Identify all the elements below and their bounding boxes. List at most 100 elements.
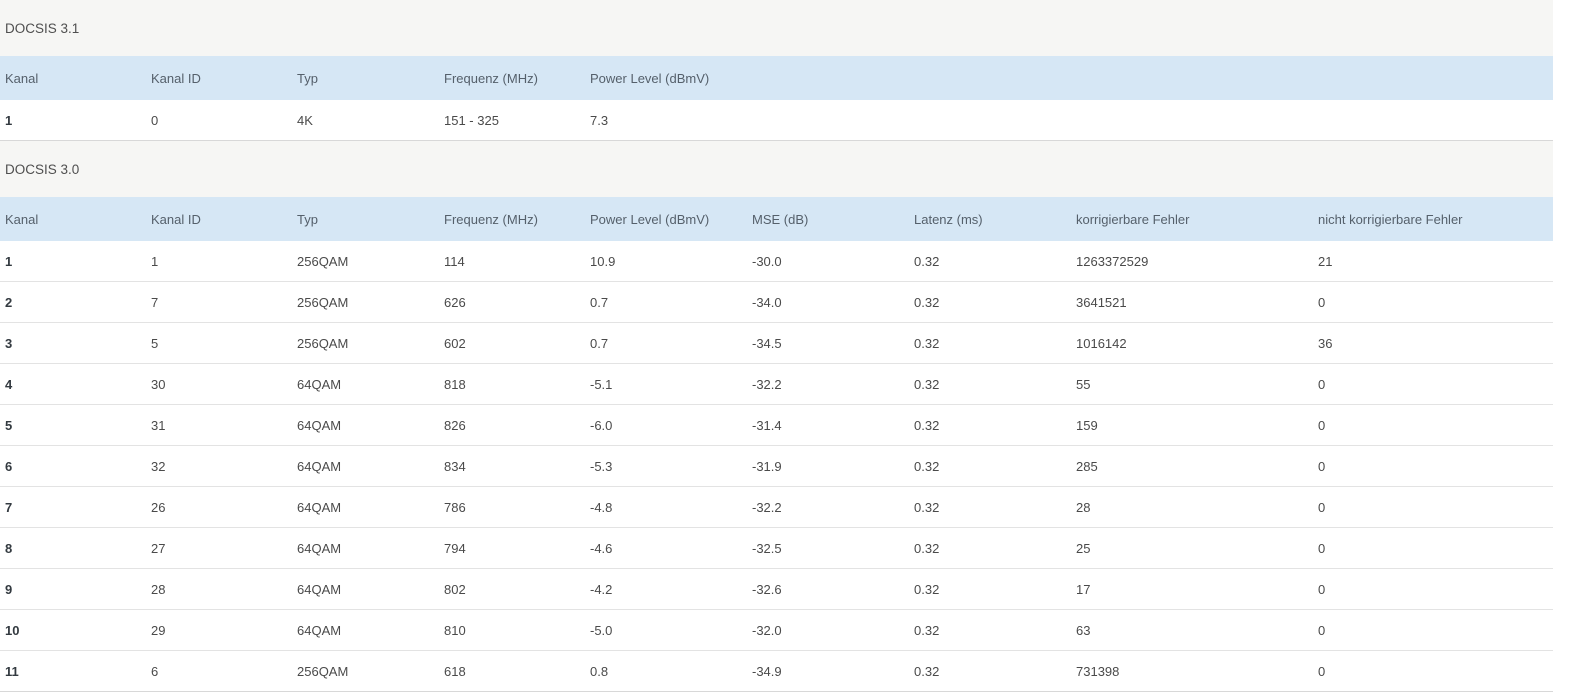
table-cell: 0 bbox=[1313, 445, 1553, 487]
docsis31-body: 1 0 4K 151 - 325 7.3 bbox=[0, 100, 1553, 141]
column-header: Frequenz (MHz) bbox=[439, 197, 585, 241]
table-cell: 256QAM bbox=[292, 650, 439, 692]
column-header: Latenz (ms) bbox=[909, 197, 1071, 241]
table-cell: 0.32 bbox=[909, 445, 1071, 487]
table-cell: 64QAM bbox=[292, 363, 439, 405]
table-cell: 17 bbox=[1071, 568, 1313, 610]
table-cell: 10.9 bbox=[585, 241, 747, 282]
table-cell: -4.2 bbox=[585, 568, 747, 610]
column-header: Typ bbox=[292, 197, 439, 241]
table-cell: -31.9 bbox=[747, 445, 909, 487]
table-cell: -34.5 bbox=[747, 322, 909, 364]
channel-number: 10 bbox=[0, 609, 146, 651]
table-cell: 21 bbox=[1313, 241, 1553, 282]
table-row: 2 7 256QAM 626 0.7 -34.0 0.32 3641521 0 bbox=[0, 281, 1553, 323]
table-row: 7 26 64QAM 786 -4.8 -32.2 0.32 28 0 bbox=[0, 486, 1553, 528]
table-cell: 0.32 bbox=[909, 363, 1071, 405]
channel-number: 3 bbox=[0, 322, 146, 364]
table-cell: -31.4 bbox=[747, 404, 909, 446]
table-cell: 0.32 bbox=[909, 650, 1071, 692]
channel-number: 1 bbox=[0, 100, 146, 141]
table-cell: 31 bbox=[146, 404, 292, 446]
table-cell: 64QAM bbox=[292, 527, 439, 569]
table-row: 6 32 64QAM 834 -5.3 -31.9 0.32 285 0 bbox=[0, 445, 1553, 487]
table-cell: -34.0 bbox=[747, 281, 909, 323]
table-cell: 114 bbox=[439, 241, 585, 282]
docsis31-title: DOCSIS 3.1 bbox=[5, 20, 80, 36]
table-cell: 626 bbox=[439, 281, 585, 323]
docsis30-header-row: Kanal Kanal ID Typ Frequenz (MHz) Power Leve… bbox=[0, 197, 1553, 241]
table-cell: 0.32 bbox=[909, 609, 1071, 651]
column-header: MSE (dB) bbox=[747, 197, 909, 241]
table-row: 5 31 64QAM 826 -6.0 -31.4 0.32 159 0 bbox=[0, 404, 1553, 446]
table-cell: 1263372529 bbox=[1071, 241, 1313, 282]
table-cell: 0.8 bbox=[585, 650, 747, 692]
table-cell: -32.2 bbox=[747, 363, 909, 405]
table-cell: 602 bbox=[439, 322, 585, 364]
table-cell: -32.0 bbox=[747, 609, 909, 651]
table-cell: 826 bbox=[439, 404, 585, 446]
docsis31-table: Kanal Kanal ID Typ Frequenz (MHz) Power Leve… bbox=[0, 56, 1553, 141]
table-cell: 794 bbox=[439, 527, 585, 569]
table-cell: 4K bbox=[292, 100, 439, 141]
docsis31-section-title: DOCSIS 3.1 bbox=[0, 0, 1553, 56]
table-cell: 0 bbox=[1313, 609, 1553, 651]
docsis30-title: DOCSIS 3.0 bbox=[5, 161, 80, 177]
column-header: Frequenz (MHz) bbox=[439, 56, 585, 100]
table-cell: 28 bbox=[146, 568, 292, 610]
table-cell: 29 bbox=[146, 609, 292, 651]
table-cell: 36 bbox=[1313, 322, 1553, 364]
table-cell: 802 bbox=[439, 568, 585, 610]
table-cell: 256QAM bbox=[292, 241, 439, 282]
docsis30-body: 1 1 256QAM 114 10.9 -30.0 0.32 1263372529 21 2 7 25… bbox=[0, 241, 1553, 692]
channel-number: 7 bbox=[0, 486, 146, 528]
table-row: 9 28 64QAM 802 -4.2 -32.6 0.32 17 0 bbox=[0, 568, 1553, 610]
table-cell: 810 bbox=[439, 609, 585, 651]
table-cell: -4.6 bbox=[585, 527, 747, 569]
table-cell: -32.5 bbox=[747, 527, 909, 569]
channel-number: 11 bbox=[0, 650, 146, 692]
table-cell: 0.32 bbox=[909, 241, 1071, 282]
channel-number: 4 bbox=[0, 363, 146, 405]
docsis-channel-overview: DOCSIS 3.1 Kanal Kanal ID Typ Frequenz (MHz… bbox=[0, 0, 1553, 692]
column-header: Power Level (dBmV) bbox=[585, 56, 1553, 100]
table-cell: 818 bbox=[439, 363, 585, 405]
column-header: Typ bbox=[292, 56, 439, 100]
table-cell: 0.32 bbox=[909, 322, 1071, 364]
channel-number: 2 bbox=[0, 281, 146, 323]
channel-number: 8 bbox=[0, 527, 146, 569]
table-cell: 30 bbox=[146, 363, 292, 405]
table-row: 4 30 64QAM 818 -5.1 -32.2 0.32 55 0 bbox=[0, 363, 1553, 405]
table-cell: 0.32 bbox=[909, 404, 1071, 446]
table-cell: -5.0 bbox=[585, 609, 747, 651]
table-cell: 0.7 bbox=[585, 322, 747, 364]
channel-number: 9 bbox=[0, 568, 146, 610]
table-cell: 6 bbox=[146, 650, 292, 692]
table-cell: 0 bbox=[1313, 404, 1553, 446]
table-cell: 834 bbox=[439, 445, 585, 487]
table-cell: 28 bbox=[1071, 486, 1313, 528]
table-cell: 285 bbox=[1071, 445, 1313, 487]
table-cell: 25 bbox=[1071, 527, 1313, 569]
table-cell: 0 bbox=[1313, 527, 1553, 569]
table-row: 1 1 256QAM 114 10.9 -30.0 0.32 1263372529 21 bbox=[0, 241, 1553, 282]
table-cell: 7.3 bbox=[585, 100, 1553, 141]
table-cell: 0.32 bbox=[909, 568, 1071, 610]
table-cell: 64QAM bbox=[292, 404, 439, 446]
docsis30-table: Kanal Kanal ID Typ Frequenz (MHz) Power Leve… bbox=[0, 197, 1553, 692]
table-cell: 256QAM bbox=[292, 281, 439, 323]
channel-number: 1 bbox=[0, 241, 146, 282]
table-cell: 1016142 bbox=[1071, 322, 1313, 364]
channel-number: 5 bbox=[0, 404, 146, 446]
table-cell: -6.0 bbox=[585, 404, 747, 446]
table-cell: -32.2 bbox=[747, 486, 909, 528]
table-cell: 731398 bbox=[1071, 650, 1313, 692]
channel-number: 6 bbox=[0, 445, 146, 487]
column-header: Kanal bbox=[0, 56, 146, 100]
table-cell: 0 bbox=[1313, 486, 1553, 528]
table-cell: 1 bbox=[146, 241, 292, 282]
table-cell: 256QAM bbox=[292, 322, 439, 364]
table-cell: -4.8 bbox=[585, 486, 747, 528]
table-row: 8 27 64QAM 794 -4.6 -32.5 0.32 25 0 bbox=[0, 527, 1553, 569]
table-cell: 0.32 bbox=[909, 486, 1071, 528]
